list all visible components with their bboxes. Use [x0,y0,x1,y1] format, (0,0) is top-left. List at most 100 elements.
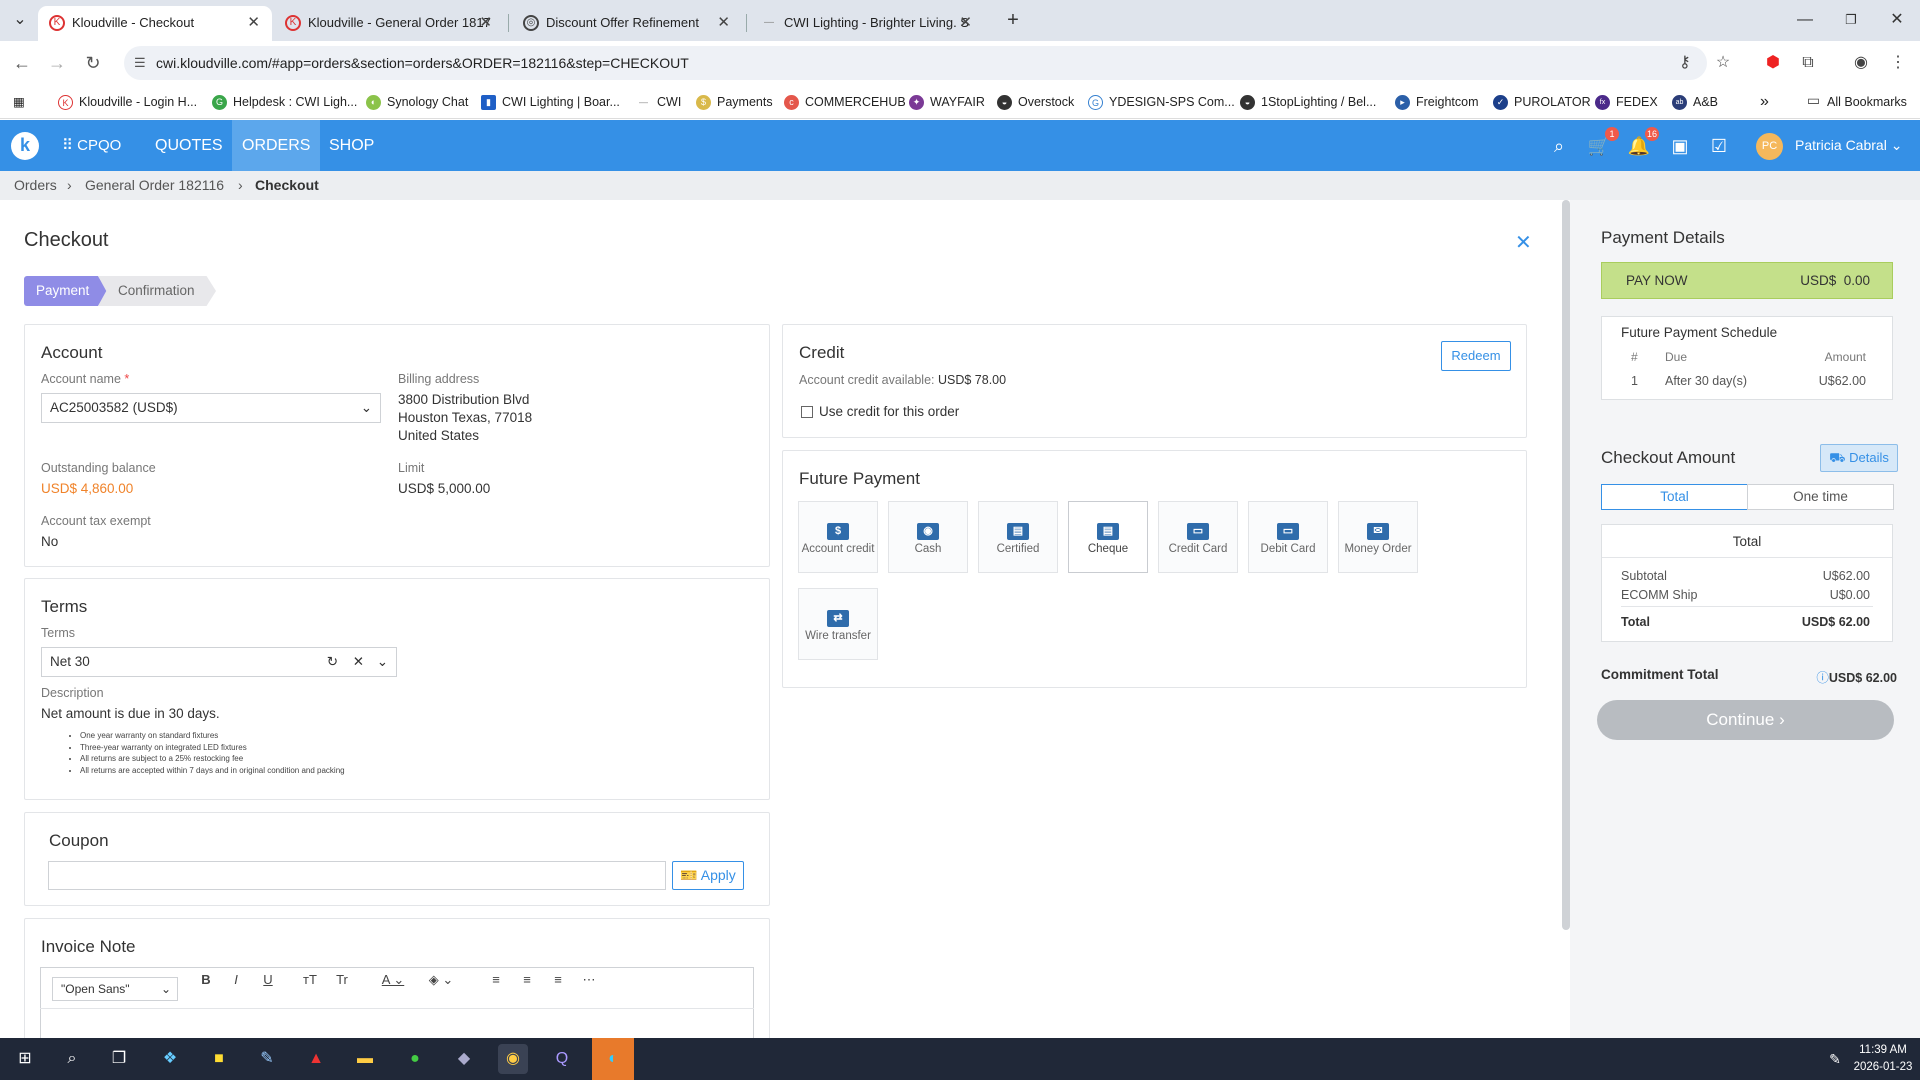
main-scrollbar[interactable] [1562,200,1570,930]
paint-icon[interactable]: ✎ [252,1044,282,1074]
font-color-icon[interactable]: A ⌄ [378,972,408,988]
use-credit-checkbox[interactable] [801,406,813,418]
bookmark-commercehub[interactable]: c COMMERCEHUB [784,85,906,119]
align-left-icon[interactable]: ≡ [486,972,506,987]
font-size-icon[interactable]: ᴛT [300,972,320,987]
info-icon[interactable]: ⓘ [1816,671,1829,685]
close-tab-icon[interactable]: ✕ [959,6,972,39]
notifications-bell-icon[interactable]: 🔔 16 [1625,127,1659,160]
cart-icon[interactable]: 🛒 1 [1585,127,1619,160]
payment-method-debit-card[interactable]: ▭ Debit Card [1248,501,1328,573]
align-center-icon[interactable]: ≡ [517,972,537,987]
minimize-icon[interactable]: — [1782,0,1828,40]
close-icon[interactable]: ✕ [1515,230,1532,255]
bookmark-kloudville[interactable]: K Kloudville - Login H... [58,85,197,119]
close-window-icon[interactable]: ✕ [1874,0,1920,40]
breadcrumb-orders[interactable]: Orders [14,171,57,200]
calendar-icon[interactable]: ▣ [1666,132,1694,160]
windows-start-icon[interactable]: ⊞ [10,1044,40,1074]
bookmark-1stoplighting[interactable]: ◒ 1StopLighting / Bel... [1240,85,1376,119]
edge-icon[interactable]: ◐ [592,1038,634,1080]
restore-icon[interactable]: ❐ [1828,0,1874,40]
tasks-clipboard-icon[interactable]: ☑ [1705,132,1733,160]
segment-total[interactable]: Total [1601,484,1748,510]
continue-button[interactable]: Continue › [1597,700,1894,740]
payment-method-cash[interactable]: ◉ Cash [888,501,968,573]
user-menu[interactable]: Patricia Cabral ⌄ [1795,120,1902,171]
app-q-icon[interactable]: Q [547,1044,577,1074]
new-tab-icon[interactable]: + [990,0,1036,40]
close-tab-icon[interactable]: ✕ [717,6,730,39]
close-tab-icon[interactable]: ✕ [247,6,260,39]
breadcrumb-order[interactable]: General Order 182116 [85,171,224,200]
bookmark-purolator[interactable]: ✓ PUROLATOR [1493,85,1591,119]
nav-shop[interactable]: SHOP [319,120,384,171]
italic-icon[interactable]: I [226,972,246,987]
browser-menu-icon[interactable]: ⋮ [1885,50,1911,76]
pen-icon[interactable]: ✎ [1820,1044,1850,1074]
step-confirmation[interactable]: Confirmation [98,276,216,306]
copilot-icon[interactable]: ❖ [155,1044,185,1074]
bookmark-payments[interactable]: $ Payments [696,85,773,119]
more-bookmarks-icon[interactable]: » [1760,85,1769,119]
text-transform-icon[interactable]: Tr [332,972,352,987]
highlight-color-icon[interactable]: ◈ ⌄ [424,972,458,988]
extension-shield-icon[interactable]: ⬢ [1760,50,1786,76]
details-button[interactable]: ⛟ Details [1820,444,1898,472]
bookmark-helpdesk[interactable]: G Helpdesk : CWI Ligh... [212,85,357,119]
payment-method-credit-card[interactable]: ▭ Credit Card [1158,501,1238,573]
tab-checkout[interactable]: K Kloudville - Checkout ✕ [38,6,272,41]
bookmark-wayfair[interactable]: ✦ WAYFAIR [909,85,985,119]
terms-select[interactable]: Net 30 ↻ ✕ ⌄ [41,647,397,677]
back-icon[interactable]: ← [9,50,35,76]
font-family-select[interactable]: "Open Sans" ⌄ [52,977,178,1001]
app-launcher-button[interactable]: ⠿ CPQO [52,120,131,171]
payment-method-cheque[interactable]: ▤ Cheque [1068,501,1148,573]
payment-method-money-order[interactable]: ✉ Money Order [1338,501,1418,573]
bookmark-cwi[interactable]: — CWI [636,85,681,119]
bookmark-ydesign[interactable]: G YDESIGN-SPS Com... [1088,85,1235,119]
profile-icon[interactable]: ◉ [1848,50,1874,76]
coupon-input[interactable] [48,861,666,890]
step-payment[interactable]: Payment [24,276,108,306]
app-icon[interactable]: ◆ [449,1044,479,1074]
bookmark-fedex[interactable]: fx FEDEX [1595,85,1658,119]
more-options-icon[interactable]: ⋯ [579,972,599,988]
underline-icon[interactable]: U [258,972,278,987]
clear-icon[interactable]: ✕ [353,648,364,676]
payment-method-account-credit[interactable]: $ Account credit [798,501,878,573]
close-tab-icon[interactable]: ✕ [479,6,492,39]
apply-coupon-button[interactable]: 🎫 Apply [672,861,744,890]
sticky-notes-icon[interactable]: ■ [204,1044,234,1074]
system-clock[interactable]: 11:39 AM 2026-01-23 [1850,1042,1916,1076]
extensions-puzzle-icon[interactable]: ⧉ [1795,50,1821,76]
search-icon[interactable]: ⌕ [1545,132,1573,160]
chevron-down-icon[interactable]: ⌄ [377,648,388,676]
reload-icon[interactable]: ↻ [80,50,106,76]
all-bookmarks[interactable]: ▭ All Bookmarks [1806,85,1907,119]
payment-method-certified[interactable]: ▤ Certified [978,501,1058,573]
account-name-select[interactable]: AC25003582 (USD$) ⌄ [41,393,381,423]
password-key-icon[interactable]: ⚷ [1679,46,1691,80]
tab-list-chevron-icon[interactable]: ⌄ [0,0,40,40]
url-field[interactable]: ☰ cwi.kloudville.com/#app=orders&section… [124,46,1707,80]
file-explorer-icon[interactable]: ▬ [350,1044,380,1074]
segment-one-time[interactable]: One time [1747,484,1894,510]
redeem-button[interactable]: Redeem [1441,341,1511,371]
chrome-icon[interactable]: ◉ [498,1044,528,1074]
bold-icon[interactable]: B [196,972,216,987]
bookmark-freightcom[interactable]: ▸ Freightcom [1395,85,1479,119]
align-right-icon[interactable]: ≡ [548,972,568,987]
forward-icon[interactable]: → [44,50,70,76]
tab-general-order[interactable]: K Kloudville - General Order 1817 ✕ [274,6,504,41]
apps-grid-icon[interactable]: ▦ [13,85,25,119]
tab-discount-offer[interactable]: ◎ Discount Offer Refinement ✕ [512,6,742,41]
chat-icon[interactable]: ● [400,1044,430,1074]
bookmark-synology[interactable]: ◐ Synology Chat [366,85,468,119]
nav-quotes[interactable]: QUOTES [145,120,233,171]
acrobat-icon[interactable]: ▲ [301,1044,331,1074]
task-view-icon[interactable]: ❐ [104,1044,134,1074]
bookmark-star-icon[interactable]: ☆ [1710,50,1736,76]
payment-method-wire-transfer[interactable]: ⇄ Wire transfer [798,588,878,660]
site-info-icon[interactable]: ☰ [134,46,146,80]
